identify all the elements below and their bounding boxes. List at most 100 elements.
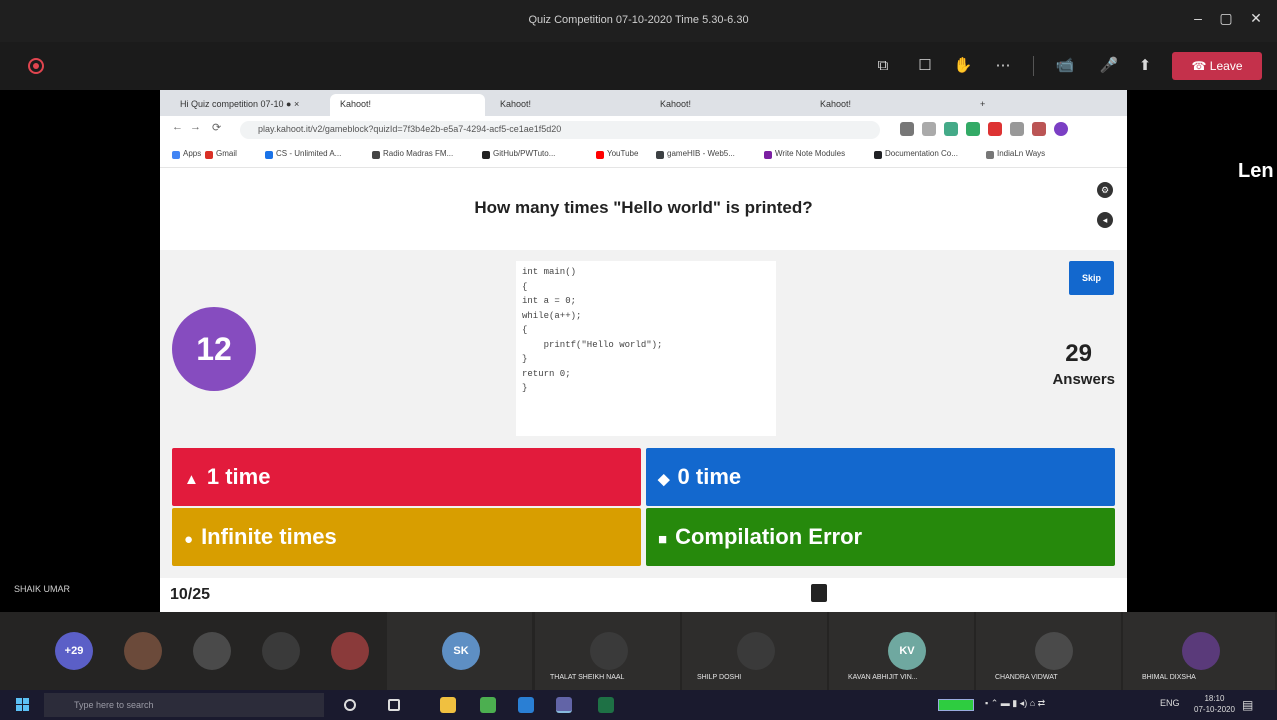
extension-icon[interactable] [1032, 122, 1046, 136]
participant-avatar[interactable] [737, 632, 775, 670]
participant-avatar[interactable] [262, 632, 300, 670]
bookmark-icon [596, 151, 604, 159]
bookmark-icon [205, 151, 213, 159]
participant-avatar[interactable] [193, 632, 231, 670]
extension-icon[interactable] [988, 122, 1002, 136]
code-snippet: int main() { int a = 0; while(a++); { pr… [516, 261, 776, 436]
bookmark-item[interactable]: Apps [183, 149, 201, 158]
extension-icon[interactable] [966, 122, 980, 136]
taskbar-search-placeholder: Type here to search [74, 700, 154, 710]
code-line: { [522, 281, 528, 292]
leave-button[interactable]: ☎ Leave [1172, 52, 1262, 80]
extension-icon[interactable] [944, 122, 958, 136]
bookmark-item[interactable]: gameHIB - Web5... [667, 149, 735, 158]
more-options-icon[interactable]: ⋯ [990, 54, 1016, 78]
code-line: return 0; [522, 368, 571, 379]
language-indicator[interactable]: ENG [1160, 698, 1180, 708]
presenter-name: SHAIK UMAR [14, 584, 71, 594]
bookmark-item[interactable]: CS - Unlimited A... [276, 149, 341, 158]
extension-icon[interactable] [900, 122, 914, 136]
skip-button[interactable]: Skip [1069, 261, 1114, 295]
camera-icon[interactable]: 📹 [1052, 54, 1078, 78]
browser-tab[interactable]: Hi Quiz competition 07-10 ● × [170, 94, 328, 116]
clock-date: 07-10-2020 [1194, 705, 1235, 714]
windows-start-icon[interactable] [16, 698, 30, 712]
back-icon[interactable]: ← [172, 121, 183, 133]
quiz-footer [160, 578, 1127, 612]
minimize-button[interactable]: – [1186, 10, 1210, 26]
notification-icon[interactable]: ▤ [1242, 698, 1253, 712]
microphone-icon[interactable]: 🎤 [1096, 54, 1122, 78]
browser-tab-active[interactable]: Kahoot! [330, 94, 485, 116]
tray-icons[interactable]: ▪ ⌃ ▬ ▮ ◂) ⌂ ⇄ [985, 698, 1045, 709]
answer-option-diamond[interactable]: ◆ 0 time [646, 448, 1115, 506]
share-icon[interactable]: ⬆ [1132, 54, 1158, 78]
taskbar-clock[interactable]: 18:10 07-10-2020 [1194, 693, 1235, 715]
answer-text: 0 time [677, 464, 742, 489]
participant-name: KAVAN ABHIJIT VIN... [848, 674, 918, 681]
grid-view-icon[interactable]: ⧉ [870, 54, 896, 78]
more-participants-badge[interactable]: +29 [55, 632, 93, 670]
square-icon: ■ [658, 531, 668, 548]
answer-option-triangle[interactable]: ▲ 1 time [172, 448, 641, 506]
bookmark-item[interactable]: Documentation Co... [885, 149, 958, 158]
window-titlebar: Quiz Competition 07-10-2020 Time 5.30-6.… [0, 0, 1277, 42]
participant-avatar[interactable] [1035, 632, 1073, 670]
code-line: { [522, 325, 528, 335]
raise-hand-icon[interactable]: ✋ [950, 54, 976, 78]
teams-icon[interactable] [556, 697, 572, 713]
answer-option-circle[interactable]: ● Infinite times [172, 508, 641, 566]
bookmark-item[interactable]: GitHub/PWTuto... [493, 149, 555, 158]
leave-label: Leave [1209, 59, 1243, 73]
file-explorer-icon[interactable] [440, 697, 456, 713]
participant-avatar[interactable]: KV [888, 632, 926, 670]
extension-icon[interactable] [922, 122, 936, 136]
participant-avatar[interactable]: SK [442, 632, 480, 670]
code-line: printf("Hello world"); [522, 339, 663, 350]
participant-avatar[interactable] [590, 632, 628, 670]
participant-avatar[interactable] [124, 632, 162, 670]
browser-tab[interactable]: Kahoot! [490, 94, 645, 116]
chat-icon[interactable]: ☐ [912, 54, 938, 78]
bookmark-item[interactable]: IndiaLn Ways [997, 149, 1045, 158]
profile-avatar[interactable] [1054, 122, 1068, 136]
bookmark-icon [986, 151, 994, 159]
bookmark-item[interactable]: Gmail [216, 149, 237, 158]
circle-icon: ● [184, 531, 194, 548]
excel-icon[interactable] [598, 697, 614, 713]
vscode-icon[interactable] [518, 697, 534, 713]
side-label: Len [1238, 160, 1274, 182]
question-text: How many times "Hello world" is printed? [474, 198, 813, 217]
answer-text: Compilation Error [675, 524, 863, 549]
fullscreen-icon[interactable] [811, 584, 827, 602]
chrome-icon[interactable] [480, 697, 496, 713]
bookmark-item[interactable]: Write Note Modules [775, 149, 845, 158]
cortana-icon[interactable] [344, 699, 356, 711]
close-window-button[interactable]: ✕ [1244, 10, 1268, 27]
clock-time: 18:10 [1204, 694, 1225, 703]
task-view-icon[interactable] [388, 699, 400, 711]
taskbar-search[interactable]: Type here to search [44, 693, 324, 717]
participant-avatar[interactable] [331, 632, 369, 670]
new-tab-button[interactable]: + [970, 94, 990, 116]
extension-icon[interactable] [1010, 122, 1024, 136]
reload-icon[interactable]: ⟳ [212, 121, 221, 134]
bookmark-item[interactable]: YouTube [607, 149, 638, 158]
bookmark-item[interactable]: Radio Madras FM... [383, 149, 453, 158]
participant-name: CHANDRA VIDWAT [995, 674, 1058, 681]
browser-tab[interactable]: Kahoot! [810, 94, 965, 116]
address-bar[interactable]: play.kahoot.it/v2/gameblock?quizId=7f3b4… [240, 121, 880, 139]
answer-text: 1 time [206, 464, 271, 489]
maximize-button[interactable]: ▢ [1214, 10, 1238, 27]
participant-avatar[interactable] [1182, 632, 1220, 670]
diamond-icon: ◆ [658, 471, 670, 488]
participant-name: THALAT SHEIKH NAAL [550, 674, 625, 681]
settings-icon[interactable]: ⚙ [1097, 182, 1113, 198]
code-line: int main() [522, 267, 577, 277]
browser-tab[interactable]: Kahoot! [650, 94, 805, 116]
sound-icon[interactable]: ◂ [1097, 212, 1113, 228]
forward-icon[interactable]: → [190, 121, 201, 133]
battery-icon[interactable] [938, 699, 974, 711]
share-left-margin [0, 90, 160, 612]
answer-option-square[interactable]: ■ Compilation Error [646, 508, 1115, 566]
